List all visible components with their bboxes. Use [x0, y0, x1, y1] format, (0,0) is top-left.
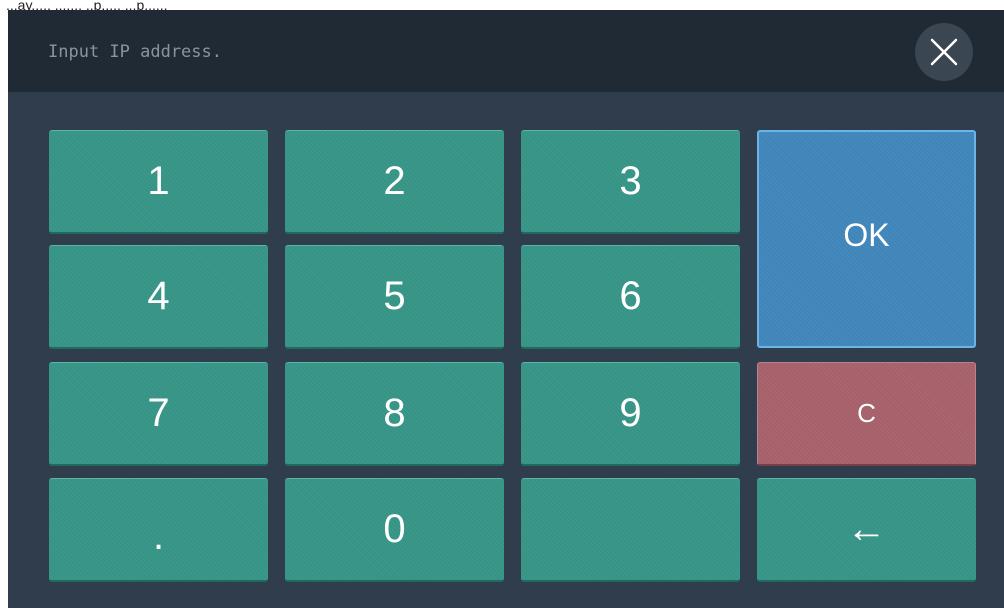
key-7[interactable]: 7	[49, 362, 268, 466]
ok-button[interactable]: OK	[757, 130, 976, 348]
key-dot[interactable]: .	[49, 478, 268, 582]
key-1[interactable]: 1	[49, 130, 268, 234]
left-arrow-icon: ←	[846, 507, 887, 551]
key-2[interactable]: 2	[285, 130, 504, 234]
close-icon	[930, 38, 958, 66]
key-5[interactable]: 5	[285, 245, 504, 349]
close-button[interactable]	[915, 23, 973, 81]
key-6[interactable]: 6	[521, 245, 740, 349]
ip-address-input[interactable]: Input IP address.	[48, 42, 222, 62]
clear-button[interactable]: C	[757, 362, 976, 466]
backspace-button[interactable]: ←	[757, 478, 976, 582]
key-0[interactable]: 0	[285, 478, 504, 582]
key-8[interactable]: 8	[285, 362, 504, 466]
dialog-header: Input IP address.	[8, 10, 1004, 92]
key-9[interactable]: 9	[521, 362, 740, 466]
key-4[interactable]: 4	[49, 245, 268, 349]
partial-top-text: ...ay...., ....... ..p..... ...p......	[6, 0, 168, 10]
key-blank[interactable]	[521, 478, 740, 582]
ip-input-dialog: Input IP address. 1 2 3 OK 4 5 6 7 8 9 C…	[8, 10, 1004, 608]
key-3[interactable]: 3	[521, 130, 740, 234]
